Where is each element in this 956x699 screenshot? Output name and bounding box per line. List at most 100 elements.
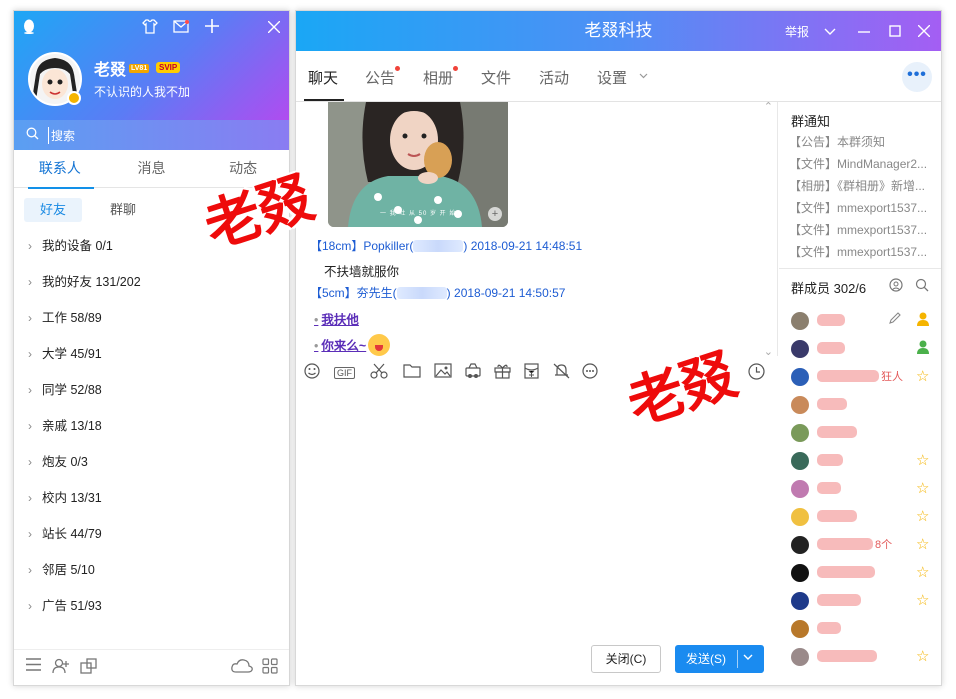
sender-name[interactable]: Popkiller(	[363, 239, 413, 253]
photo-add-icon[interactable]: +	[488, 207, 502, 221]
status-badge[interactable]	[67, 91, 81, 105]
notice-item[interactable]: 【文件】mmexport1537...	[789, 221, 939, 238]
cloud-icon[interactable]	[231, 658, 253, 677]
search-icon[interactable]	[915, 278, 929, 295]
search-input[interactable]: 搜索	[48, 126, 75, 144]
subtab-groups[interactable]: 群聊	[94, 198, 152, 222]
tab-contacts[interactable]: 联系人	[14, 150, 106, 187]
window-controls	[14, 19, 289, 39]
link-text[interactable]: 我扶他	[321, 313, 359, 327]
close-icon[interactable]	[917, 24, 931, 40]
chevron-down-icon[interactable]	[743, 645, 753, 673]
folder-icon[interactable]	[403, 363, 421, 382]
friend-group[interactable]: › 炮友 0/3	[14, 444, 289, 480]
minimize-icon[interactable]	[858, 24, 870, 40]
tab-activities[interactable]: 活动	[539, 67, 569, 88]
link-text[interactable]: 你来么~	[321, 339, 366, 353]
friend-group[interactable]: › 邻居 5/10	[14, 552, 289, 588]
grid-icon[interactable]	[262, 658, 278, 678]
notice-item[interactable]: 【相册】《群相册》新增...	[789, 177, 939, 194]
shared-photo[interactable]: 一 我 吐 从 50 岁 开 始 +	[328, 102, 508, 227]
menu-icon[interactable]	[26, 658, 41, 675]
pencil-icon[interactable]	[889, 312, 901, 327]
image-icon[interactable]	[434, 363, 452, 382]
group-label: 亲戚 13/18	[42, 419, 102, 433]
member-name-blurred	[817, 510, 857, 522]
gift-icon[interactable]	[494, 363, 511, 383]
message-link[interactable]: • 我扶他	[314, 309, 359, 328]
user-signature[interactable]: 不认识的人我不加	[94, 83, 190, 100]
scissors-icon[interactable]	[370, 363, 388, 383]
friend-group[interactable]: › 同学 52/88	[14, 372, 289, 408]
friend-group[interactable]: › 广告 51/93	[14, 588, 289, 624]
notice-item[interactable]: 【公告】本群须知	[789, 133, 939, 150]
friend-group[interactable]: › 站长 44/79	[14, 516, 289, 552]
tab-album[interactable]: 相册	[423, 67, 453, 88]
remote-icon[interactable]	[464, 363, 482, 383]
message-link[interactable]: • 你来么~	[314, 334, 391, 356]
tab-files[interactable]: 文件	[481, 67, 511, 88]
tab-chat[interactable]: 聊天	[308, 67, 338, 88]
subtab-friends[interactable]: 好友	[24, 198, 83, 222]
tab-settings[interactable]: 设置	[597, 67, 627, 88]
skin-shirt-icon[interactable]	[139, 19, 161, 39]
member-row[interactable]: ☆	[791, 591, 941, 611]
member-name-blurred	[817, 650, 877, 662]
search-bar[interactable]: 搜索	[14, 120, 289, 150]
chevron-right-icon: ›	[28, 311, 32, 325]
friend-group[interactable]: › 工作 58/89	[14, 300, 289, 336]
member-row[interactable]	[791, 339, 941, 359]
chevron-down-icon[interactable]	[824, 23, 836, 39]
scroll-up-icon[interactable]: ⌃	[764, 100, 773, 113]
scroll-down-icon[interactable]: ⌄	[764, 345, 773, 358]
more-options-button[interactable]: •••	[902, 62, 932, 92]
star-icon: ☆	[916, 480, 930, 497]
member-row[interactable]	[791, 311, 941, 331]
close-icon[interactable]	[263, 19, 285, 39]
add-friend-icon[interactable]	[52, 658, 70, 678]
member-add-icon[interactable]	[889, 278, 903, 295]
tab-announcement[interactable]: 公告	[365, 67, 395, 88]
history-clock-icon[interactable]	[748, 363, 765, 384]
emoji-icon[interactable]	[304, 363, 320, 383]
bell-mute-icon[interactable]	[553, 363, 570, 383]
mail-icon[interactable]	[170, 19, 192, 39]
notice-item[interactable]: 【文件】mmexport1537...	[789, 243, 939, 260]
member-name-blurred	[817, 482, 841, 494]
maximize-icon[interactable]	[889, 24, 901, 40]
member-row[interactable]: ☆	[791, 507, 941, 527]
member-name-blurred	[817, 622, 841, 634]
message-input[interactable]	[296, 389, 778, 639]
sender-name[interactable]: 夯先生(	[357, 286, 397, 300]
member-row[interactable]	[791, 619, 941, 639]
friend-group[interactable]: › 大学 45/91	[14, 336, 289, 372]
report-button[interactable]: 举报	[785, 23, 809, 40]
chevron-right-icon: ›	[28, 347, 32, 361]
notice-item[interactable]: 【文件】mmexport1537...	[789, 199, 939, 216]
member-row[interactable]: ☆	[791, 647, 941, 667]
member-row[interactable]: ☆	[791, 563, 941, 583]
member-row[interactable]: 8个 ☆	[791, 535, 941, 555]
member-name-blurred	[817, 314, 845, 326]
tab-messages[interactable]: 消息	[106, 150, 198, 187]
send-button[interactable]: 发送(S)	[675, 645, 764, 673]
friend-group[interactable]: › 校内 13/31	[14, 480, 289, 516]
member-row[interactable]	[791, 395, 941, 415]
penguin-logo-icon	[18, 19, 40, 39]
group-title: 老叕科技	[584, 21, 653, 40]
group-info-panel: 群通知 【公告】本群须知 【文件】MindManager2... 【相册】《群相…	[779, 102, 941, 685]
gif-icon[interactable]: GIF	[334, 367, 355, 379]
friend-group[interactable]: › 我的好友 131/202	[14, 264, 289, 300]
notice-item[interactable]: 【文件】MindManager2...	[789, 155, 939, 172]
close-button[interactable]: 关闭(C)	[591, 645, 661, 673]
add-icon[interactable]	[201, 19, 223, 39]
message-list[interactable]: 一 我 吐 从 50 岁 开 始 + ⌃ 【18cm】Popkiller() 2…	[296, 100, 778, 358]
member-row[interactable]: 狂人 ☆	[791, 367, 941, 387]
friend-group[interactable]: › 亲戚 13/18	[14, 408, 289, 444]
red-packet-icon[interactable]	[524, 363, 539, 383]
member-row[interactable]: ☆	[791, 451, 941, 471]
apps-icon[interactable]	[80, 658, 97, 678]
member-row[interactable]: ☆	[791, 479, 941, 499]
member-row[interactable]	[791, 423, 941, 443]
more-icon[interactable]	[582, 363, 598, 383]
